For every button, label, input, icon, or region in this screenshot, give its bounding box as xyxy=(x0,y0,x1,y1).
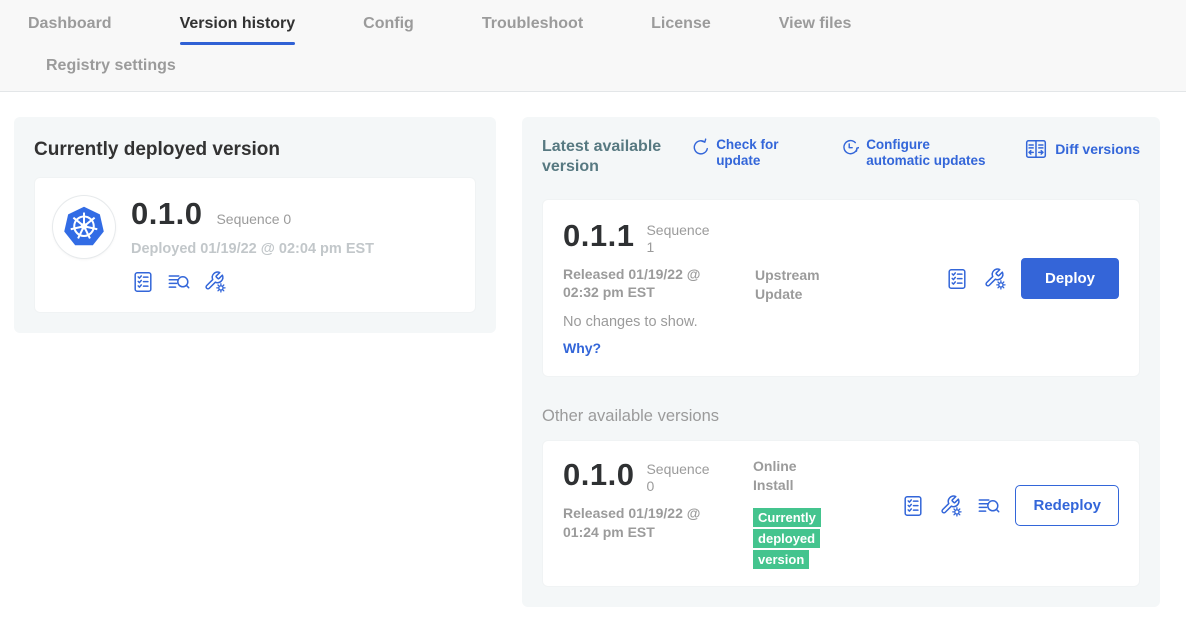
tab-troubleshoot[interactable]: Troubleshoot xyxy=(482,15,583,45)
preflight-checks-icon[interactable] xyxy=(901,494,925,518)
other-version-source-col: Online Install Currently deployed versio… xyxy=(753,457,901,570)
tab-label: Version history xyxy=(180,15,296,32)
edit-config-icon[interactable] xyxy=(939,494,963,518)
top-navigation: Dashboard Version history Config Trouble… xyxy=(0,0,1186,92)
other-version-actions: Redeploy xyxy=(901,485,1119,526)
nav-tabs-row: Dashboard Version history Config Trouble… xyxy=(0,15,1186,45)
tab-label: Troubleshoot xyxy=(482,15,583,32)
deployed-version-number: 0.1.0 xyxy=(131,196,202,232)
tab-label: License xyxy=(651,15,711,32)
latest-available-header: Latest available version Check for updat… xyxy=(542,137,1140,177)
currently-deployed-badge: Currently deployed version xyxy=(753,508,821,569)
deployed-version-info: 0.1.0 Sequence 0 Deployed 01/19/22 @ 02:… xyxy=(131,196,374,294)
other-released-timestamp: Released 01/19/22 @ 01:24 pm EST xyxy=(563,504,723,542)
deploy-button[interactable]: Deploy xyxy=(1021,258,1119,299)
redeploy-button[interactable]: Redeploy xyxy=(1015,485,1119,526)
view-logs-icon[interactable] xyxy=(977,494,1001,518)
latest-available-title: Latest available version xyxy=(542,137,668,177)
edit-config-icon[interactable] xyxy=(983,267,1007,291)
latest-release-source-col: Upstream Update xyxy=(755,266,905,304)
currently-deployed-card: 0.1.0 Sequence 0 Deployed 01/19/22 @ 02:… xyxy=(34,177,476,313)
view-logs-icon[interactable] xyxy=(167,270,191,294)
diff-versions-label: Diff versions xyxy=(1055,141,1140,158)
latest-released-timestamp: Released 01/19/22 @ 02:32 pm EST xyxy=(563,265,723,303)
refresh-icon xyxy=(690,138,709,157)
check-for-update-label: Check for update xyxy=(716,137,782,169)
latest-sequence: Sequence 1 xyxy=(646,222,712,256)
diff-icon xyxy=(1024,137,1048,161)
latest-version-number: 0.1.1 xyxy=(563,218,634,254)
preflight-checks-icon[interactable] xyxy=(131,270,155,294)
latest-release-info: 0.1.1 Sequence 1 Released 01/19/22 @ 02:… xyxy=(563,218,755,358)
tab-registry-settings[interactable]: Registry settings xyxy=(46,57,176,74)
tab-config[interactable]: Config xyxy=(363,15,414,45)
tab-underline xyxy=(651,42,711,45)
version-history-page: Currently deployed version 0.1.0 Sequenc… xyxy=(0,92,1186,607)
currently-deployed-panel: Currently deployed version 0.1.0 Sequenc… xyxy=(14,117,496,333)
tab-dashboard[interactable]: Dashboard xyxy=(28,15,112,45)
app-logo-badge xyxy=(53,196,115,258)
kubernetes-logo-icon xyxy=(59,202,109,252)
tab-license[interactable]: License xyxy=(651,15,711,45)
other-version-source: Online Install xyxy=(753,457,835,495)
tab-underline xyxy=(28,42,112,45)
latest-release-card: 0.1.1 Sequence 1 Released 01/19/22 @ 02:… xyxy=(542,199,1140,377)
active-tab-underline xyxy=(180,42,296,45)
check-for-update-link[interactable]: Check for update xyxy=(690,137,782,169)
other-sequence: Sequence 0 xyxy=(646,461,712,495)
tab-label: Config xyxy=(363,15,414,32)
deployed-timestamp: Deployed 01/19/22 @ 02:04 pm EST xyxy=(131,241,374,257)
other-version-card: 0.1.0 Sequence 0 Released 01/19/22 @ 01:… xyxy=(542,440,1140,587)
why-link[interactable]: Why? xyxy=(563,340,601,356)
latest-release-actions: Deploy xyxy=(945,258,1119,299)
currently-deployed-title: Currently deployed version xyxy=(34,139,476,161)
tab-label: View files xyxy=(779,15,852,32)
tab-view-files[interactable]: View files xyxy=(779,15,852,45)
other-versions-heading: Other available versions xyxy=(542,407,1140,426)
nav-tabs-row-2: Registry settings xyxy=(0,45,1186,91)
deployed-sequence: Sequence 0 xyxy=(216,211,291,227)
scheduled-update-icon xyxy=(840,138,859,157)
tab-underline xyxy=(363,42,414,45)
available-versions-panel: Latest available version Check for updat… xyxy=(522,117,1160,607)
latest-release-source: Upstream Update xyxy=(755,266,837,304)
preflight-checks-icon[interactable] xyxy=(945,267,969,291)
tab-underline xyxy=(482,42,583,45)
other-version-number: 0.1.0 xyxy=(563,457,634,493)
other-version-info: 0.1.0 Sequence 0 Released 01/19/22 @ 01:… xyxy=(563,457,753,541)
no-changes-note: No changes to show. xyxy=(563,314,755,330)
diff-versions-link[interactable]: Diff versions xyxy=(1024,137,1140,161)
tab-version-history[interactable]: Version history xyxy=(180,15,296,45)
configure-automatic-updates-label: Configure automatic updates xyxy=(866,137,994,169)
configure-automatic-updates-link[interactable]: Configure automatic updates xyxy=(840,137,994,169)
tab-underline xyxy=(779,42,852,45)
edit-config-icon[interactable] xyxy=(203,270,227,294)
deployed-action-icons xyxy=(131,270,374,294)
currently-deployed-badge-wrap: Currently deployed version xyxy=(753,507,831,570)
tab-label: Dashboard xyxy=(28,15,112,32)
